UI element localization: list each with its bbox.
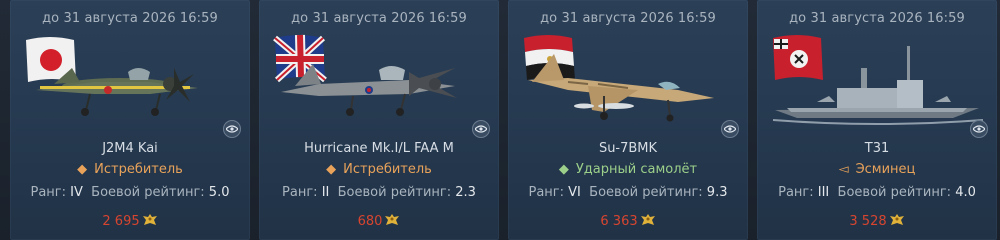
golden-eagle-icon: [889, 212, 905, 232]
vehicle-class: ◅ Эсминец: [757, 162, 997, 177]
rank-value: VI: [568, 185, 581, 200]
vehicle-name: Su-7BMK: [598, 141, 658, 156]
destroyer-class-icon: ◅: [838, 162, 849, 177]
vehicle-name: J2M4 Kai: [102, 141, 158, 156]
strike-aircraft-class-icon: ◆: [558, 162, 569, 177]
vehicle-class: ◆ Истребитель: [259, 162, 499, 177]
offer-card-su-7bmk[interactable]: до 31 августа 2026 16:59 Su-7BMK ◆ Ударн…: [508, 0, 748, 240]
rank-value: IV: [70, 185, 83, 200]
price: 680: [259, 212, 499, 232]
price: 6 363: [508, 212, 748, 232]
vehicle-art: [757, 24, 997, 136]
price-value: 680: [357, 214, 383, 229]
br-value: 2.3: [455, 185, 476, 200]
shop-offers-row: до 31 августа 2026 16:59 J2M4 Kai ◆ Истр…: [0, 0, 1000, 240]
golden-eagle-icon: [640, 212, 656, 232]
rank-value: II: [321, 185, 330, 200]
preview-eye-icon[interactable]: [472, 120, 490, 138]
rank-label: Ранг:: [30, 185, 67, 200]
vehicle-name: T31: [864, 141, 890, 156]
golden-eagle-icon: [384, 212, 400, 232]
fighter-class-icon: ◆: [326, 162, 337, 177]
vehicle-class-label: Ударный самолёт: [575, 162, 698, 177]
br-label: Боевой рейтинг:: [337, 185, 452, 200]
vehicle-stats: Ранг: IV Боевой рейтинг: 5.0: [10, 185, 250, 200]
fighter-class-icon: ◆: [77, 162, 88, 177]
vehicle-class: ◆ Истребитель: [10, 162, 250, 177]
vehicle-class-label: Истребитель: [343, 162, 432, 177]
vehicle-stats: Ранг: III Боевой рейтинг: 4.0: [757, 185, 997, 200]
offer-card-t31[interactable]: до 31 августа 2026 16:59 T31 ◅ Эсминец Р…: [757, 0, 997, 240]
vehicle-art: [259, 24, 499, 136]
br-value: 4.0: [955, 185, 976, 200]
preview-eye-icon[interactable]: [970, 120, 988, 138]
su7-jet-image: [528, 54, 714, 122]
offer-card-hurricane[interactable]: до 31 августа 2026 16:59 Hurricane Mk.I/…: [259, 0, 499, 240]
preview-eye-icon[interactable]: [721, 120, 739, 138]
vehicle-art: [508, 24, 748, 136]
br-label: Боевой рейтинг:: [589, 185, 703, 200]
vehicle-class-label: Эсминец: [855, 162, 916, 177]
price: 2 695: [10, 212, 250, 232]
rank-label: Ранг:: [528, 185, 565, 200]
rank-value: III: [817, 185, 830, 200]
hurricane-fighter-image: [281, 64, 457, 116]
vehicle-class: ◆ Ударный самолёт: [508, 162, 748, 177]
br-label: Боевой рейтинг:: [91, 185, 205, 200]
preview-eye-icon[interactable]: [223, 120, 241, 138]
price: 3 528: [757, 212, 997, 232]
vehicle-stats: Ранг: VI Боевой рейтинг: 9.3: [508, 185, 748, 200]
vehicle-art: [10, 24, 250, 136]
br-value: 9.3: [706, 185, 728, 200]
uk-flag: [273, 34, 327, 83]
kriegsmarine-flag: [773, 35, 823, 80]
vehicle-class-label: Истребитель: [94, 162, 183, 177]
offer-card-j2m4-kai[interactable]: до 31 августа 2026 16:59 J2M4 Kai ◆ Истр…: [10, 0, 250, 240]
price-value: 2 695: [102, 214, 140, 229]
price-value: 3 528: [849, 214, 887, 229]
br-value: 5.0: [208, 185, 230, 200]
rank-label: Ранг:: [282, 185, 318, 200]
vehicle-name: Hurricane Mk.I/L FAA M: [304, 141, 454, 156]
price-value: 6 363: [600, 214, 638, 229]
vehicle-stats: Ранг: II Боевой рейтинг: 2.3: [259, 185, 499, 200]
golden-eagle-icon: [142, 212, 158, 232]
rank-label: Ранг:: [778, 185, 814, 200]
br-label: Боевой рейтинг:: [837, 185, 952, 200]
